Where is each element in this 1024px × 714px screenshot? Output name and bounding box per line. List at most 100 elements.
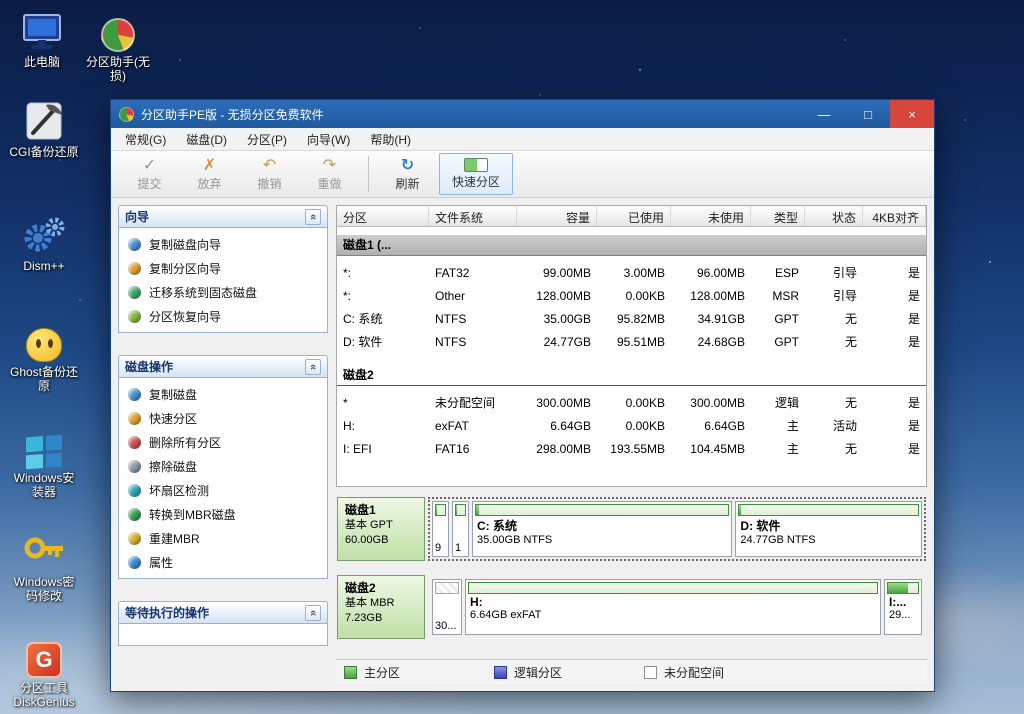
table-row[interactable]: H: exFAT 6.64GB 0.00KB 6.64GB 主 活动 是	[337, 414, 926, 437]
table-cell: *:	[337, 289, 429, 303]
collapse-icon[interactable]: «	[305, 359, 321, 375]
table-row[interactable]: D: 软件 NTFS 24.77GB 95.51MB 24.68GB GPT 无…	[337, 330, 926, 353]
sidebar-item-partition-recovery[interactable]: 分区恢复向导	[119, 304, 327, 328]
desktop-icon-cgi-backup[interactable]: CGI备份还原	[8, 98, 80, 159]
table-row[interactable]: *: Other 128.00MB 0.00KB 128.00MB MSR 引导…	[337, 284, 926, 307]
desktop-icon-ghost-backup[interactable]: Ghost备份还原	[8, 318, 80, 393]
partition-subtitle: 29...	[885, 609, 921, 621]
sidebar-item-quick-partition[interactable]: 快速分区	[119, 406, 327, 430]
desktop-icon-windows-password[interactable]: Windows密码修改	[8, 528, 80, 603]
refresh-icon: ↻	[401, 157, 414, 174]
disk2-map-label[interactable]: 磁盘2 基本 MBR 7.23GB	[337, 575, 425, 639]
sidebar-item-copy-disk[interactable]: 复制磁盘	[119, 382, 327, 406]
commit-label: 提交	[137, 175, 161, 192]
disk1-group-row[interactable]: 磁盘1 (...	[337, 235, 926, 256]
sidebar-item-bad-sector-test[interactable]: 坏扇区检测	[119, 478, 327, 502]
wizard-panel: 向导 « 复制磁盘向导 复制分区向导 迁移系统到固态磁盘	[118, 205, 328, 333]
pending-operations-list[interactable]	[118, 624, 328, 646]
column-header-status[interactable]: 状态	[805, 206, 863, 226]
collapse-icon[interactable]: «	[305, 209, 321, 225]
table-cell: 是	[863, 310, 926, 327]
disk2-group-row[interactable]: 磁盘2	[337, 365, 926, 386]
table-cell: 主	[751, 440, 805, 457]
sidebar-item-copy-partition-wizard[interactable]: 复制分区向导	[119, 256, 327, 280]
sidebar-item-copy-disk-wizard[interactable]: 复制磁盘向导	[119, 232, 327, 256]
sidebar-item-convert-to-mbr[interactable]: 转换到MBR磁盘	[119, 502, 327, 526]
quick-partition-button[interactable]: 快速分区	[439, 153, 513, 195]
main-panel: 分区 文件系统 容量 已使用 未使用 类型 状态 4KB对齐 磁盘1 (... …	[336, 205, 927, 684]
sidebar-item-properties[interactable]: 属性	[119, 550, 327, 574]
column-header-unused[interactable]: 未使用	[671, 206, 751, 226]
column-header-partition[interactable]: 分区	[337, 206, 429, 226]
copy-disk-icon	[128, 388, 141, 401]
table-cell: 24.68GB	[671, 335, 751, 349]
discard-button[interactable]: ✗ 放弃	[181, 153, 238, 195]
legend-primary: 主分区	[344, 664, 494, 681]
commit-icon: ✓	[143, 157, 156, 174]
table-row[interactable]: *: FAT32 99.00MB 3.00MB 96.00MB ESP 引导 是	[337, 261, 926, 284]
close-button[interactable]: ×	[890, 100, 934, 128]
sidebar-item-label: 重建MBR	[149, 530, 200, 547]
partition-block-esp[interactable]: 9	[432, 501, 449, 557]
menu-general[interactable]: 常规(G)	[115, 128, 176, 151]
menu-help[interactable]: 帮助(H)	[360, 128, 421, 151]
column-header-used[interactable]: 已使用	[597, 206, 671, 226]
column-header-type[interactable]: 类型	[751, 206, 805, 226]
minimize-button[interactable]: —	[802, 100, 846, 128]
partition-block-h[interactable]: H: 6.64GB exFAT	[465, 579, 881, 635]
sidebar-item-rebuild-mbr[interactable]: 重建MBR	[119, 526, 327, 550]
collapse-icon[interactable]: «	[305, 605, 321, 621]
commit-button[interactable]: ✓ 提交	[121, 153, 178, 195]
column-header-capacity[interactable]: 容量	[517, 206, 597, 226]
partition-subtitle: 6.64GB exFAT	[466, 609, 880, 621]
menu-partition[interactable]: 分区(P)	[237, 128, 297, 151]
partition-block-unallocated[interactable]: 30...	[432, 579, 462, 635]
windows-installer-icon	[8, 424, 80, 468]
desktop-icon-label: Ghost备份还原	[8, 365, 80, 393]
sidebar-item-delete-all-partitions[interactable]: 删除所有分区	[119, 430, 327, 454]
redo-button[interactable]: ↷ 重做	[301, 153, 358, 195]
column-header-filesystem[interactable]: 文件系统	[429, 206, 517, 226]
column-header-4kalign[interactable]: 4KB对齐	[863, 206, 926, 226]
partition-block-d[interactable]: D: 软件 24.77GB NTFS	[735, 501, 922, 557]
desktop-icon-dism[interactable]: Dism++	[8, 212, 80, 273]
partition-subtitle: 24.77GB NTFS	[736, 534, 921, 546]
rebuild-mbr-icon	[128, 532, 141, 545]
table-row[interactable]: C: 系统 NTFS 35.00GB 95.82MB 34.91GB GPT 无…	[337, 307, 926, 330]
redo-icon: ↷	[323, 157, 336, 174]
table-cell: MSR	[751, 289, 805, 303]
partition-block-i[interactable]: I:... 29...	[884, 579, 922, 635]
refresh-button[interactable]: ↻ 刷新	[379, 153, 436, 195]
table-cell: NTFS	[429, 312, 517, 326]
partition-block-msr[interactable]: 1	[452, 501, 469, 557]
wizard-panel-header[interactable]: 向导 «	[118, 205, 328, 228]
desktop-icon-diskgenius[interactable]: G 分区工具 DiskGenius	[8, 634, 80, 709]
desktop-icon-partition-assistant[interactable]: 分区助手(无损)	[84, 8, 152, 83]
partition-block-c[interactable]: C: 系统 35.00GB NTFS	[472, 501, 732, 557]
disk-layout: 基本 MBR	[345, 596, 417, 611]
pending-operations-title: 等待执行的操作	[125, 604, 209, 621]
title-bar[interactable]: 分区助手PE版 - 无损分区免费软件 — □ ×	[111, 100, 934, 128]
menu-disk[interactable]: 磁盘(D)	[176, 128, 237, 151]
disk2-map-row: 磁盘2 基本 MBR 7.23GB 30... H: 6.64GB exFAT	[337, 575, 926, 639]
partition-subtitle: 35.00GB NTFS	[473, 534, 731, 546]
sidebar-item-wipe-disk[interactable]: 擦除磁盘	[119, 454, 327, 478]
disk1-map-label[interactable]: 磁盘1 基本 GPT 60.00GB	[337, 497, 425, 561]
maximize-button[interactable]: □	[846, 100, 890, 128]
table-row[interactable]: * 未分配空间 300.00MB 0.00KB 300.00MB 逻辑 无 是	[337, 391, 926, 414]
quick-partition-icon	[464, 158, 488, 172]
desktop-icon-this-pc[interactable]: 此电脑	[10, 8, 74, 69]
primary-partition-swatch	[344, 666, 357, 679]
table-cell: 无	[805, 394, 863, 411]
undo-button[interactable]: ↶ 撤销	[241, 153, 298, 195]
menu-wizard[interactable]: 向导(W)	[297, 128, 360, 151]
table-cell: 6.64GB	[517, 419, 597, 433]
desktop-icon-windows-installer[interactable]: Windows安装器	[8, 424, 80, 499]
pending-operations-header[interactable]: 等待执行的操作 «	[118, 601, 328, 624]
usage-strip	[455, 504, 466, 516]
disk-operations-header[interactable]: 磁盘操作 «	[118, 355, 328, 378]
sidebar-item-migrate-os-ssd[interactable]: 迁移系统到固态磁盘	[119, 280, 327, 304]
copy-disk-wizard-icon	[128, 238, 141, 251]
toolbar: ✓ 提交 ✗ 放弃 ↶ 撤销 ↷ 重做 ↻ 刷新 快速分区	[111, 151, 934, 198]
table-row[interactable]: I: EFI FAT16 298.00MB 193.55MB 104.45MB …	[337, 437, 926, 460]
